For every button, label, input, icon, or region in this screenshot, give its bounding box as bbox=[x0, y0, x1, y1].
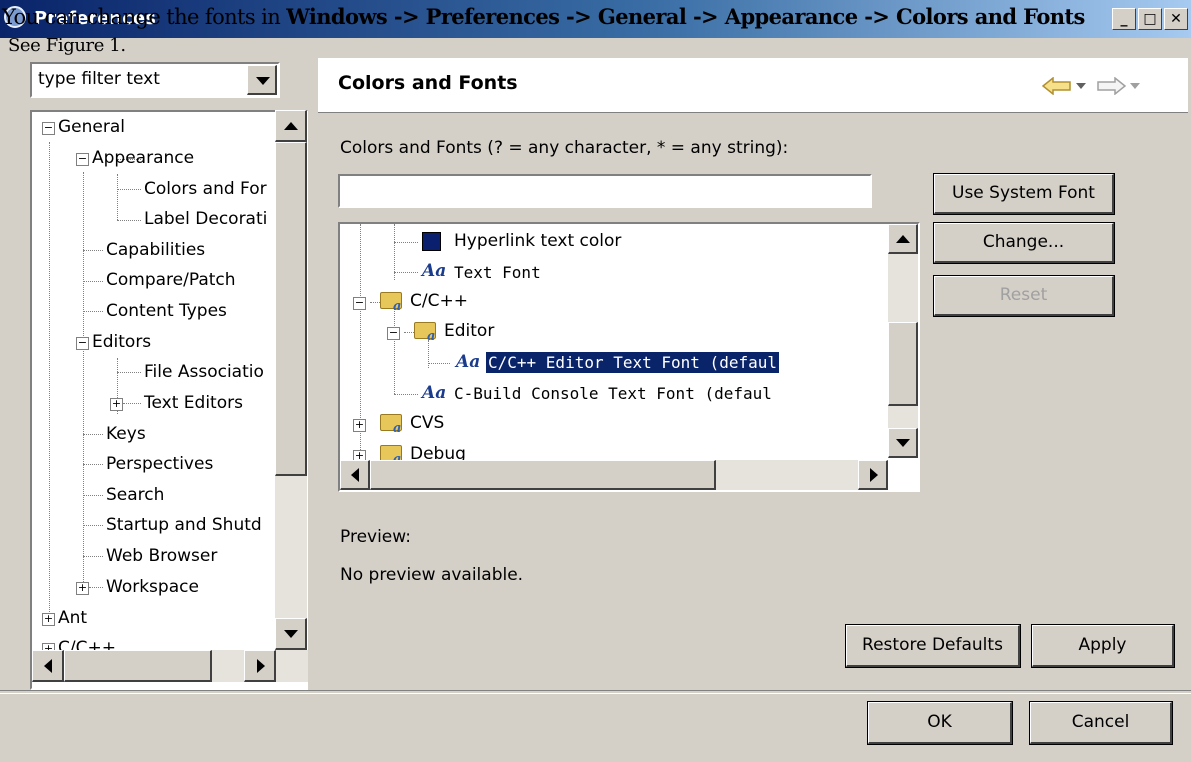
font-icon: Aa bbox=[456, 352, 481, 372]
cancel-button[interactable]: Cancel bbox=[1029, 701, 1173, 745]
scroll-right-button[interactable] bbox=[244, 650, 276, 682]
scroll-thumb[interactable] bbox=[275, 142, 307, 476]
tree-item-compare-patch[interactable]: Compare/Patch bbox=[106, 270, 236, 290]
tree-horizontal-scrollbar[interactable] bbox=[32, 650, 308, 682]
restore-defaults-button[interactable]: Restore Defaults bbox=[845, 624, 1021, 668]
tree-item-general[interactable]: General bbox=[58, 117, 125, 137]
folder-font-badge: a bbox=[427, 329, 436, 344]
cf-horizontal-scrollbar[interactable] bbox=[340, 460, 888, 490]
arrow-down-icon bbox=[896, 439, 910, 447]
scroll-thumb[interactable] bbox=[64, 650, 212, 682]
cf-vertical-scrollbar[interactable] bbox=[888, 224, 918, 458]
tree-item-ant[interactable]: Ant bbox=[58, 608, 87, 628]
folder-font-badge: a bbox=[393, 299, 402, 314]
tree-item-appearance[interactable]: Appearance bbox=[92, 148, 194, 168]
reset-button[interactable]: Reset bbox=[933, 275, 1115, 317]
filter-input[interactable]: type filter text bbox=[38, 69, 160, 89]
arrow-up-icon bbox=[284, 122, 298, 130]
tree-item-capabilities[interactable]: Capabilities bbox=[106, 240, 205, 260]
footer-separator bbox=[0, 690, 1191, 694]
scroll-thumb[interactable] bbox=[370, 460, 716, 490]
tree-item-content-types[interactable]: Content Types bbox=[106, 301, 227, 321]
cf-item-cvs[interactable]: CVS bbox=[410, 413, 444, 433]
tree-item-label-decorations[interactable]: Label Decorati bbox=[144, 209, 267, 229]
scroll-down-button[interactable] bbox=[888, 428, 918, 458]
chevron-down-icon bbox=[256, 77, 270, 85]
expand-icon[interactable]: + bbox=[110, 398, 123, 411]
maximize-button[interactable]: □ bbox=[1138, 8, 1162, 30]
cf-item-editor[interactable]: Editor bbox=[444, 321, 494, 341]
cf-item-cbuild-console-font[interactable]: C-Build Console Text Font (defaul bbox=[454, 384, 772, 403]
arrow-up-icon bbox=[896, 235, 910, 243]
tree-item-file-associations[interactable]: File Associatio bbox=[144, 362, 264, 382]
arrow-left-icon bbox=[351, 468, 359, 482]
font-icon: Aa bbox=[422, 383, 447, 403]
back-arrow-icon[interactable] bbox=[1042, 77, 1072, 95]
collapse-icon[interactable]: − bbox=[387, 327, 400, 340]
scroll-up-button[interactable] bbox=[275, 110, 307, 142]
folder-font-badge: a bbox=[393, 421, 402, 436]
filter-combo[interactable]: type filter text bbox=[30, 62, 280, 98]
forward-arrow-icon[interactable] bbox=[1096, 77, 1126, 95]
expand-icon[interactable]: + bbox=[76, 582, 89, 595]
collapse-icon[interactable]: − bbox=[353, 297, 366, 310]
scroll-up-button[interactable] bbox=[888, 224, 918, 254]
collapse-icon[interactable]: − bbox=[76, 153, 89, 166]
figure-reference: See Figure 1. bbox=[8, 35, 126, 56]
expand-icon[interactable]: + bbox=[42, 613, 55, 626]
cf-item-cpp-editor-font-selected[interactable]: C/C++ Editor Text Font (defaul bbox=[485, 351, 780, 374]
tree-item-perspectives[interactable]: Perspectives bbox=[106, 454, 213, 474]
tree-item-search[interactable]: Search bbox=[106, 485, 164, 505]
preview-text: No preview available. bbox=[340, 565, 524, 585]
arrow-down-icon bbox=[284, 630, 298, 638]
tree-item-web-browser[interactable]: Web Browser bbox=[106, 546, 217, 566]
page-header: Colors and Fonts bbox=[318, 58, 1188, 113]
tree-item-keys[interactable]: Keys bbox=[106, 424, 146, 444]
scroll-down-button[interactable] bbox=[275, 618, 307, 650]
scroll-left-button[interactable] bbox=[340, 460, 370, 490]
tree-item-workspace[interactable]: Workspace bbox=[106, 577, 199, 597]
instruction-prefix: You can change the fonts in bbox=[2, 5, 287, 29]
cf-item-hyperlink-color[interactable]: Hyperlink text color bbox=[454, 231, 621, 251]
apply-button[interactable]: Apply bbox=[1031, 624, 1175, 668]
ok-button[interactable]: OK bbox=[867, 701, 1013, 745]
tree-item-colors-and-fonts[interactable]: Colors and For bbox=[144, 179, 267, 199]
instruction-path: Windows -> Preferences -> General -> App… bbox=[286, 4, 1085, 29]
arrow-left-icon bbox=[44, 659, 52, 673]
close-button[interactable]: ✕ bbox=[1164, 8, 1188, 30]
cf-item-text-font[interactable]: Text Font bbox=[454, 263, 541, 282]
collapse-icon[interactable]: − bbox=[76, 337, 89, 350]
instruction-text: You can change the fonts in Windows -> P… bbox=[2, 4, 1085, 29]
colors-fonts-filter-input[interactable] bbox=[338, 174, 872, 208]
forward-dropdown-icon[interactable] bbox=[1130, 83, 1140, 91]
colors-fonts-tree[interactable]: Hyperlink text color Aa Text Font − a C/… bbox=[338, 222, 920, 492]
arrow-right-icon bbox=[257, 659, 265, 673]
filter-dropdown-button[interactable] bbox=[247, 65, 277, 95]
tree-item-text-editors[interactable]: Text Editors bbox=[144, 393, 243, 413]
tree-vertical-scrollbar[interactable] bbox=[275, 110, 307, 650]
minimize-button[interactable]: _ bbox=[1112, 8, 1136, 30]
cf-item-cpp[interactable]: C/C++ bbox=[410, 291, 468, 311]
colors-fonts-filter-label: Colors and Fonts (? = any character, * =… bbox=[340, 138, 789, 158]
collapse-icon[interactable]: − bbox=[42, 122, 55, 135]
expand-icon[interactable]: + bbox=[353, 419, 366, 432]
scroll-left-button[interactable] bbox=[32, 650, 64, 682]
scroll-right-button[interactable] bbox=[858, 460, 888, 490]
page-title: Colors and Fonts bbox=[338, 72, 518, 94]
arrow-right-icon bbox=[870, 468, 878, 482]
color-swatch bbox=[422, 232, 441, 251]
tree-item-editors[interactable]: Editors bbox=[92, 332, 151, 352]
font-icon: Aa bbox=[422, 261, 447, 281]
change-font-button[interactable]: Change... bbox=[933, 222, 1115, 264]
use-system-font-button[interactable]: Use System Font bbox=[933, 173, 1115, 215]
tree-item-startup-shutdown[interactable]: Startup and Shutd bbox=[106, 515, 262, 535]
scroll-thumb[interactable] bbox=[888, 322, 918, 406]
preview-label: Preview: bbox=[340, 527, 411, 547]
back-dropdown-icon[interactable] bbox=[1076, 83, 1086, 91]
preference-tree[interactable]: − General − Appearance Colors and For La… bbox=[30, 110, 308, 690]
